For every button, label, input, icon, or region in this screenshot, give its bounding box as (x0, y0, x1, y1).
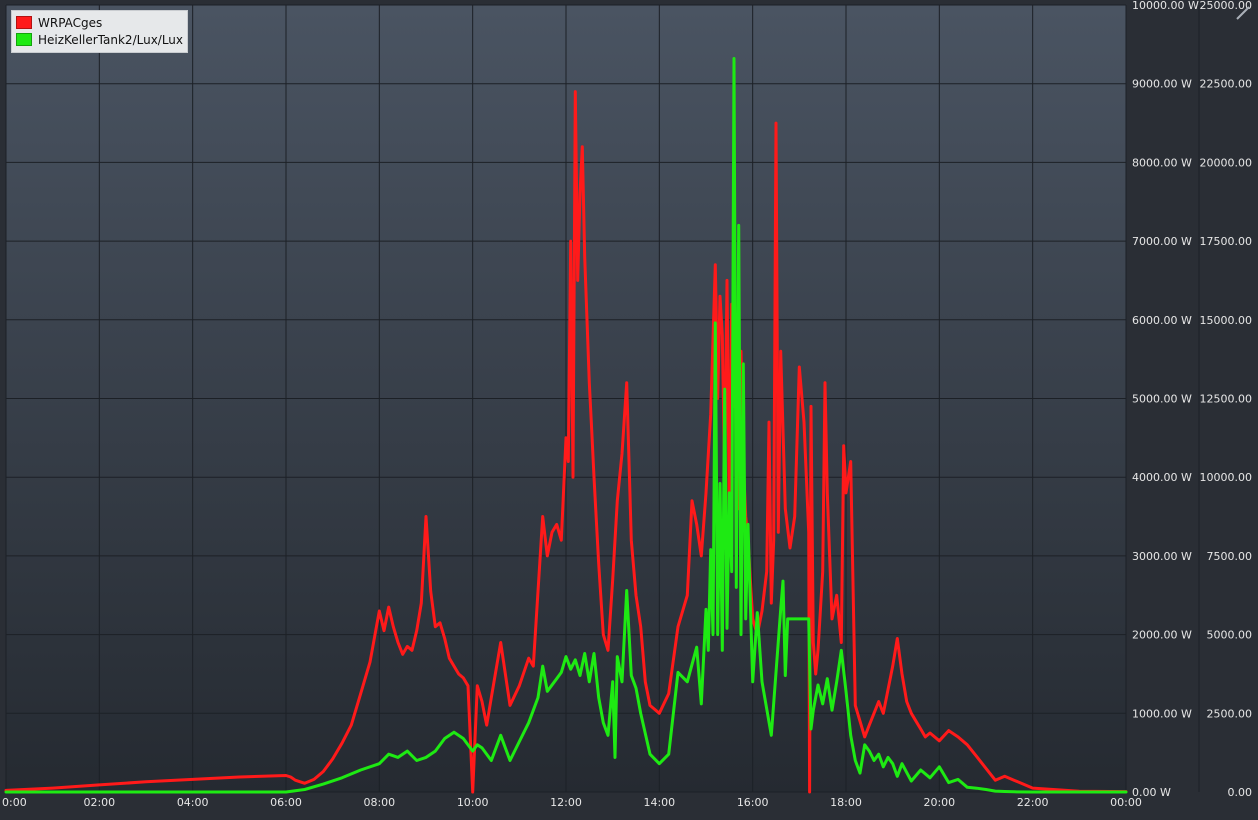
x-tick-label: 22:00 (1017, 796, 1049, 809)
x-tick-label: 06:00 (270, 796, 302, 809)
y-left-tick-label: 1000.00 W (1132, 707, 1192, 720)
y-right-tick-label: 22500.00 (1200, 78, 1253, 91)
x-tick-label: 08:00 (363, 796, 395, 809)
y-left-tick-label: 10000.00 W (1132, 0, 1199, 12)
y-right-tick-label: 0.00 (1228, 786, 1253, 799)
y-left-tick-label: 5000.00 W (1132, 393, 1192, 406)
y-right-tick-label: 12500.00 (1200, 393, 1253, 406)
legend-item-heizkeller[interactable]: HeizKellerTank2/Lux/Lux (16, 31, 183, 48)
y-left-tick-label: 6000.00 W (1132, 314, 1192, 327)
resize-icon[interactable] (1234, 4, 1252, 22)
legend-label-heizkeller: HeizKellerTank2/Lux/Lux (38, 32, 184, 47)
y-left-tick-label: 0.00 W (1132, 786, 1171, 799)
y-right-tick-label: 15000.00 (1200, 314, 1253, 327)
y-right-tick-label: 5000.00 (1207, 629, 1253, 642)
legend-label-wrpacges: WRPACges (38, 15, 103, 30)
y-left-tick-label: 2000.00 W (1132, 629, 1192, 642)
x-tick-label: 20:00 (923, 796, 955, 809)
y-left-tick-label: 9000.00 W (1132, 78, 1192, 91)
legend-swatch-wrpacges (16, 16, 32, 29)
legend-swatch-heizkeller (16, 33, 32, 46)
x-tick-label: 02:00 (83, 796, 115, 809)
y-right-tick-label: 10000.00 (1200, 471, 1253, 484)
x-tick-label: 18:00 (830, 796, 862, 809)
x-tick-label: 12:00 (550, 796, 582, 809)
line-chart: 0:00 02:00 04:00 06:00 08:00 10:00 12:00 14:00 1… (2, 0, 1253, 809)
y-right-tick-label: 20000.00 (1200, 156, 1253, 169)
chart-area: 0:00 02:00 04:00 06:00 08:00 10:00 12:00 14:00 1… (0, 0, 1258, 816)
y-left-tick-label: 8000.00 W (1132, 156, 1192, 169)
y-right-tick-label: 2500.00 (1207, 707, 1253, 720)
x-tick-label: 16:00 (737, 796, 769, 809)
x-tick-label: 0:00 (2, 796, 27, 809)
y-right-tick-label: 17500.00 (1200, 235, 1253, 248)
x-tick-label: 04:00 (177, 796, 209, 809)
y-left-tick-label: 3000.00 W (1132, 550, 1192, 563)
y-right-tick-label: 7500.00 (1207, 550, 1253, 563)
x-tick-label: 14:00 (643, 796, 675, 809)
legend-item-wrpacges[interactable]: WRPACges (16, 14, 183, 31)
y-left-tick-label: 7000.00 W (1132, 235, 1192, 248)
y-left-tick-label: 4000.00 W (1132, 471, 1192, 484)
x-tick-label: 10:00 (457, 796, 489, 809)
legend[interactable]: WRPACges HeizKellerTank2/Lux/Lux (11, 10, 189, 53)
